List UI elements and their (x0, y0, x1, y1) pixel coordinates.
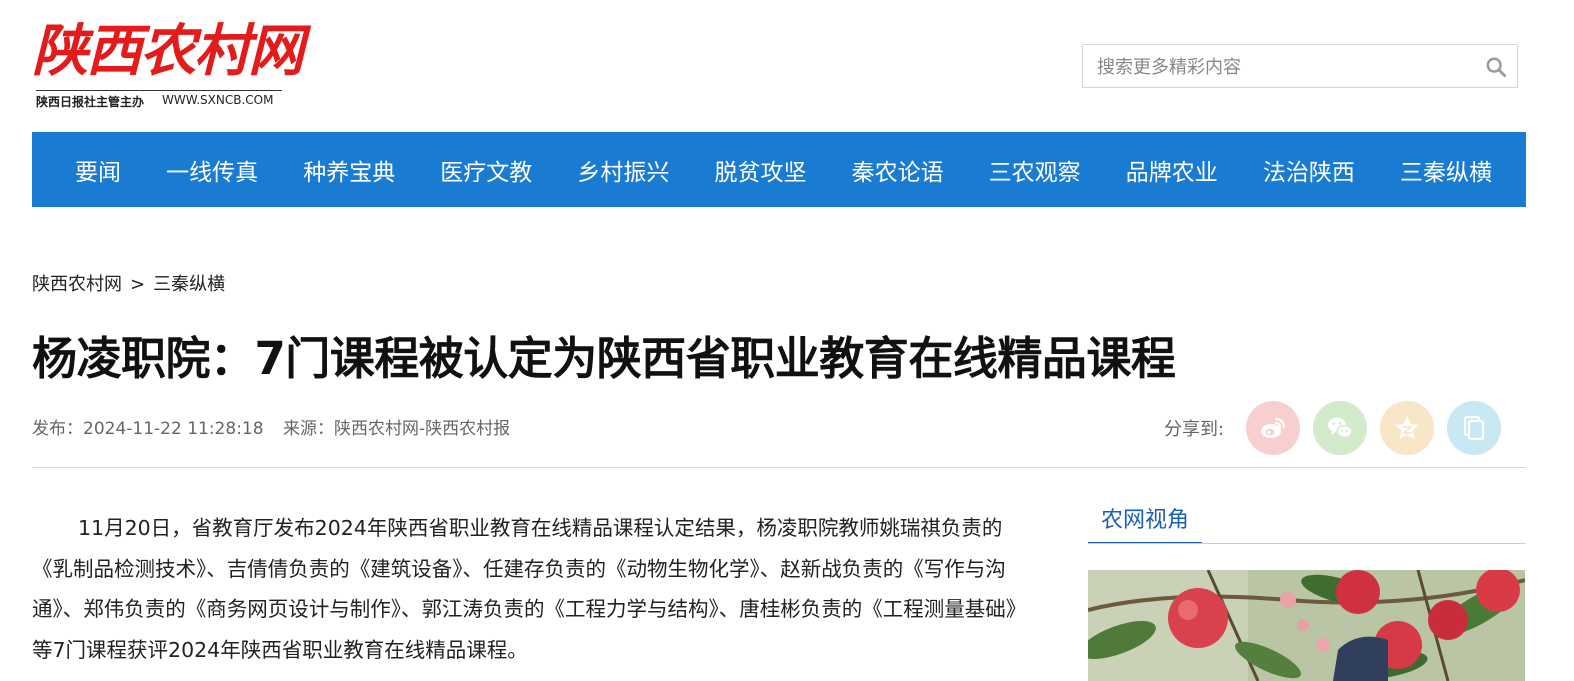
wechat-icon (1328, 417, 1353, 439)
breadcrumb-home[interactable]: 陕西农村网 (32, 274, 122, 295)
search-icon[interactable] (1485, 56, 1507, 78)
nav-item-zhongyang[interactable]: 种养宝典 (303, 153, 395, 187)
nav-item-yaowen[interactable]: 要闻 (75, 153, 121, 187)
logo-url: WWW.SXNCB.COM (162, 93, 274, 107)
copy-link-icon (1463, 415, 1485, 441)
sidebar-divider (1088, 543, 1525, 544)
qzone-star-icon (1395, 416, 1420, 439)
logo-subline: 陕西日报社主管主办 WWW.SXNCB.COM (36, 90, 282, 110)
site-logo[interactable]: 陕西农村网 陕西日报社主管主办 WWW.SXNCB.COM (32, 18, 304, 110)
sidebar-tab-nongwang[interactable]: 农网视角 (1088, 500, 1202, 544)
nav-item-yiliao[interactable]: 医疗文教 (440, 153, 532, 187)
share-wechat-button[interactable] (1313, 401, 1368, 455)
share-weibo-button[interactable] (1246, 401, 1301, 455)
logo-org: 陕西日报社主管主办 (36, 95, 145, 109)
logo-text: 陕西农村网 (32, 18, 304, 84)
search-box (1082, 44, 1518, 88)
source-label: 来源： (282, 419, 334, 439)
article-title: 杨凌职院：7门课程被认定为陕西省职业教育在线精品课程 (32, 332, 1176, 385)
meta-divider (32, 467, 1526, 468)
share-copy-button[interactable] (1447, 401, 1502, 455)
share-qzone-button[interactable] (1380, 401, 1435, 455)
nav-item-qinnong[interactable]: 秦农论语 (852, 153, 944, 187)
weibo-icon (1261, 417, 1286, 438)
search-input[interactable] (1095, 53, 1479, 81)
nav-item-xiangcun[interactable]: 乡村振兴 (577, 153, 669, 187)
publish-label: 发布： (32, 419, 83, 439)
apple-orchard-image (1088, 570, 1525, 681)
source-name: 陕西农村网-陕西农村报 (333, 419, 511, 439)
article-meta: 发布：2024-11-22 11:28:18 来源：陕西农村网-陕西农村报 (32, 414, 510, 439)
nav-item-sanqin[interactable]: 三秦纵横 (1400, 153, 1492, 187)
nav-item-sannong[interactable]: 三农观察 (989, 153, 1081, 187)
nav-item-yixian[interactable]: 一线传真 (166, 153, 258, 187)
breadcrumb-separator: > (130, 274, 146, 295)
publish-time: 2024-11-22 11:28:18 (83, 419, 264, 439)
breadcrumb-current[interactable]: 三秦纵横 (153, 274, 225, 295)
nav-item-fazhi[interactable]: 法治陕西 (1263, 153, 1355, 187)
nav-item-pinpai[interactable]: 品牌农业 (1126, 153, 1218, 187)
share-bar: 分享到: (1164, 400, 1502, 456)
sidebar-photo-apples[interactable] (1088, 570, 1525, 681)
nav-item-tuopin[interactable]: 脱贫攻坚 (714, 153, 806, 187)
main-nav: 要闻 一线传真 种养宝典 医疗文教 乡村振兴 脱贫攻坚 秦农论语 三农观察 品牌… (32, 132, 1526, 207)
breadcrumb: 陕西农村网 > 三秦纵横 (32, 270, 225, 296)
article-body: 11月20日，省教育厅发布2024年陕西省职业教育在线精品课程认定结果，杨凌职院… (32, 516, 1016, 662)
share-label: 分享到: (1164, 419, 1225, 440)
